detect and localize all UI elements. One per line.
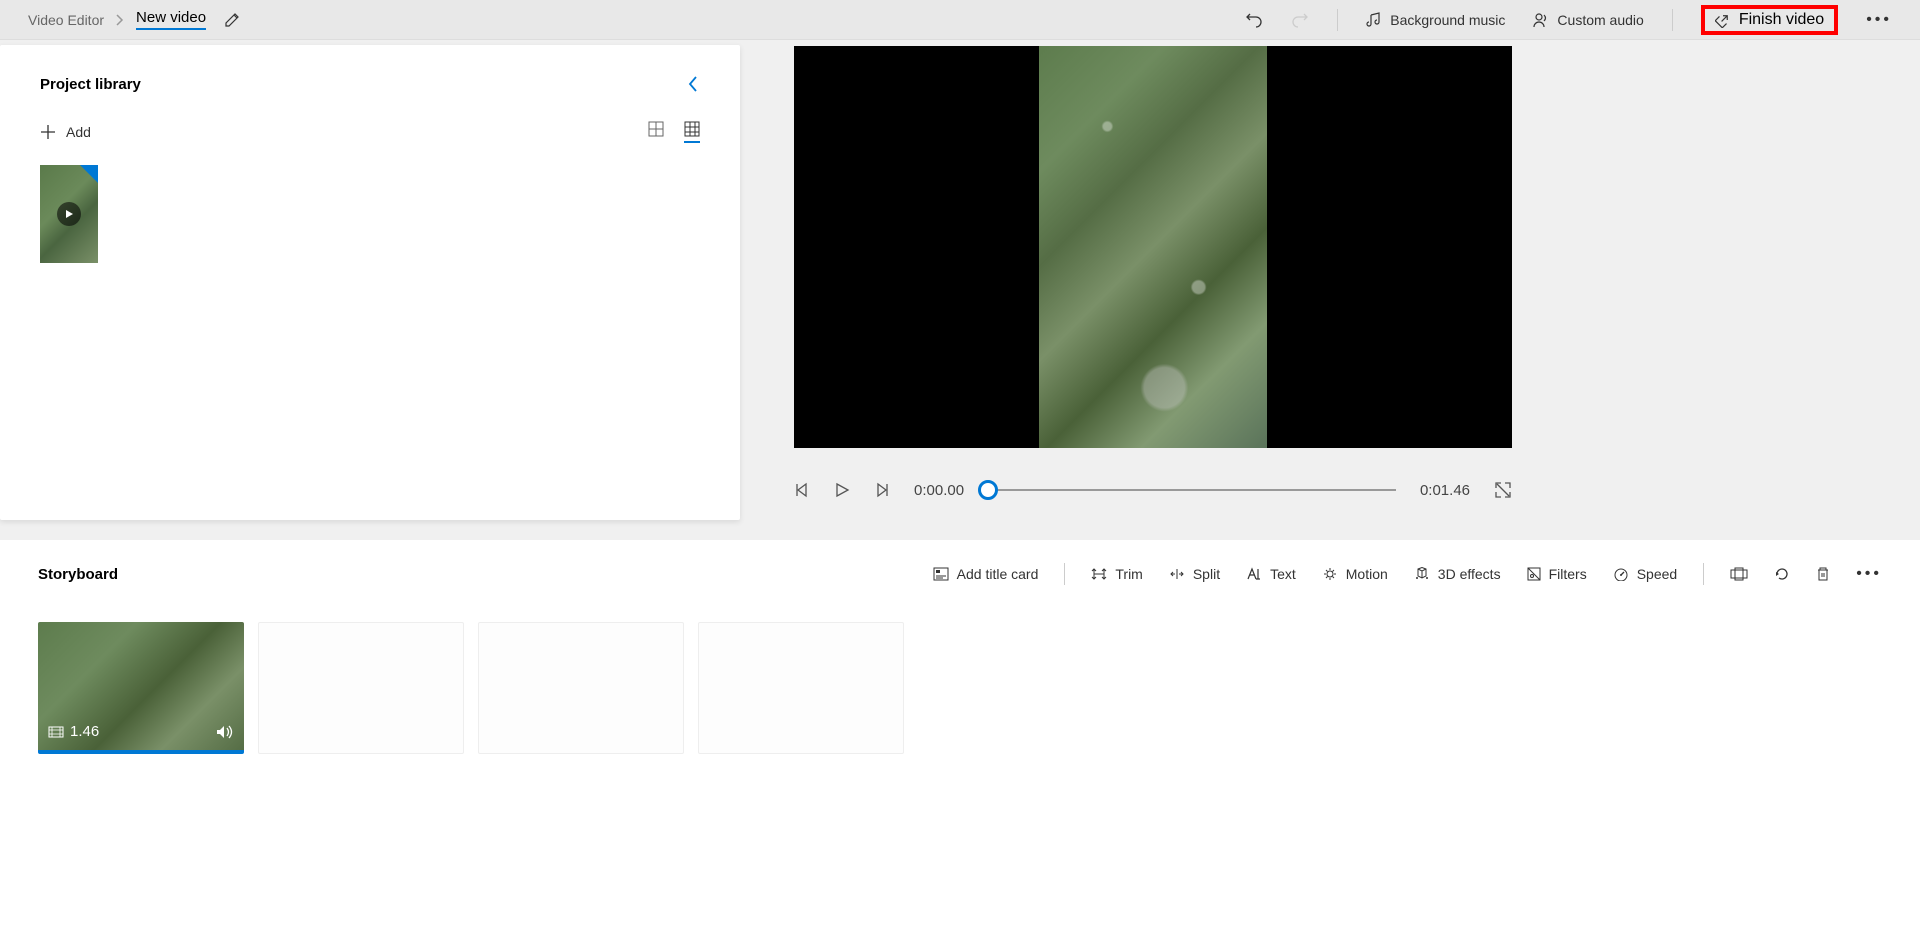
preview-controls: 0:00.00 0:01.46 bbox=[794, 470, 1512, 510]
redo-button[interactable] bbox=[1291, 11, 1309, 29]
speed-label: Speed bbox=[1637, 566, 1677, 582]
title-card-icon bbox=[933, 567, 949, 581]
background-music-label: Background music bbox=[1390, 12, 1505, 28]
breadcrumb: Video Editor New video bbox=[28, 9, 206, 30]
split-button[interactable]: Split bbox=[1169, 566, 1220, 582]
fullscreen-button[interactable] bbox=[1494, 481, 1512, 499]
background-music-button[interactable]: Background music bbox=[1366, 12, 1505, 28]
next-frame-button[interactable] bbox=[874, 482, 890, 498]
grid-large-button[interactable] bbox=[648, 121, 664, 143]
storyboard-panel: Storyboard Add title card Trim Split Tex… bbox=[0, 540, 1920, 948]
storyboard-slot-empty[interactable] bbox=[478, 622, 684, 754]
custom-audio-label: Custom audio bbox=[1557, 12, 1643, 28]
filters-label: Filters bbox=[1549, 566, 1587, 582]
export-icon bbox=[1715, 12, 1731, 28]
undo-button[interactable] bbox=[1245, 11, 1263, 29]
add-label: Add bbox=[66, 124, 91, 140]
storyboard-header: Storyboard Add title card Trim Split Tex… bbox=[38, 558, 1882, 590]
motion-button[interactable]: Motion bbox=[1322, 566, 1388, 582]
rotate-button[interactable] bbox=[1774, 566, 1790, 582]
filters-button[interactable]: Filters bbox=[1527, 566, 1587, 582]
separator bbox=[1703, 563, 1704, 585]
speed-icon bbox=[1613, 567, 1629, 581]
split-label: Split bbox=[1193, 566, 1220, 582]
trim-icon bbox=[1091, 567, 1107, 581]
clip-duration-label: 1.46 bbox=[70, 723, 99, 740]
text-icon bbox=[1246, 567, 1262, 581]
storyboard-tools: Add title card Trim Split Text Motion bbox=[933, 563, 1882, 585]
rename-icon[interactable] bbox=[224, 12, 240, 28]
library-toolbar: Add bbox=[40, 121, 700, 143]
chevron-right-icon bbox=[116, 14, 124, 26]
current-time: 0:00.00 bbox=[914, 482, 964, 499]
music-note-icon bbox=[1366, 12, 1382, 28]
motion-icon bbox=[1322, 567, 1338, 581]
text-button[interactable]: Text bbox=[1246, 566, 1296, 582]
speed-button[interactable]: Speed bbox=[1613, 566, 1677, 582]
finish-video-button[interactable]: Finish video bbox=[1701, 5, 1838, 35]
top-bar-right: Background music Custom audio Finish vid… bbox=[1245, 5, 1892, 35]
storyboard-slot-empty[interactable] bbox=[698, 622, 904, 754]
finish-video-label: Finish video bbox=[1739, 11, 1824, 29]
seek-bar[interactable] bbox=[988, 489, 1396, 491]
3d-effects-button[interactable]: 3D effects bbox=[1414, 566, 1501, 582]
play-button[interactable] bbox=[834, 482, 850, 498]
used-in-storyboard-icon bbox=[80, 165, 98, 183]
trim-label: Trim bbox=[1115, 566, 1142, 582]
breadcrumb-root[interactable]: Video Editor bbox=[28, 12, 104, 28]
breadcrumb-current[interactable]: New video bbox=[136, 9, 206, 30]
seek-thumb[interactable] bbox=[978, 480, 998, 500]
add-title-card-label: Add title card bbox=[957, 566, 1039, 582]
clip-audio-icon[interactable] bbox=[216, 724, 234, 740]
filters-icon bbox=[1527, 567, 1541, 581]
custom-audio-button[interactable]: Custom audio bbox=[1533, 12, 1643, 28]
storyboard-more-button[interactable]: ••• bbox=[1856, 565, 1882, 583]
grid-small-button[interactable] bbox=[684, 121, 700, 143]
storyboard-slot-empty[interactable] bbox=[258, 622, 464, 754]
preview-viewport bbox=[794, 46, 1512, 448]
storyboard-title: Storyboard bbox=[38, 566, 118, 583]
project-library-panel: Project library Add bbox=[0, 45, 740, 520]
split-icon bbox=[1169, 567, 1185, 581]
plus-icon bbox=[40, 124, 56, 140]
prev-frame-button[interactable] bbox=[794, 482, 810, 498]
add-media-button[interactable]: Add bbox=[40, 124, 91, 140]
separator bbox=[1672, 9, 1673, 31]
3d-effects-icon bbox=[1414, 567, 1430, 581]
clip-duration: 1.46 bbox=[48, 723, 99, 740]
total-time: 0:01.46 bbox=[1420, 482, 1470, 499]
filmstrip-icon bbox=[48, 726, 64, 738]
motion-label: Motion bbox=[1346, 566, 1388, 582]
audio-person-icon bbox=[1533, 12, 1549, 28]
view-toggle bbox=[648, 121, 700, 143]
3d-effects-label: 3D effects bbox=[1438, 566, 1501, 582]
play-overlay-icon bbox=[57, 202, 81, 226]
storyboard-clip[interactable]: 1.46 bbox=[38, 622, 244, 754]
preview-frame bbox=[1039, 46, 1267, 448]
separator bbox=[1337, 9, 1338, 31]
more-button[interactable]: ••• bbox=[1866, 11, 1892, 29]
resize-button[interactable] bbox=[1730, 567, 1748, 581]
collapse-library-button[interactable] bbox=[686, 75, 700, 93]
library-header: Project library bbox=[40, 75, 700, 93]
separator bbox=[1064, 563, 1065, 585]
delete-button[interactable] bbox=[1816, 566, 1830, 582]
storyboard-track: 1.46 bbox=[38, 622, 1882, 754]
library-items bbox=[40, 165, 700, 263]
library-clip-thumbnail[interactable] bbox=[40, 165, 98, 263]
top-bar: Video Editor New video Background music … bbox=[0, 0, 1920, 40]
text-label: Text bbox=[1270, 566, 1296, 582]
trim-button[interactable]: Trim bbox=[1091, 566, 1142, 582]
add-title-card-button[interactable]: Add title card bbox=[933, 566, 1039, 582]
library-title: Project library bbox=[40, 76, 141, 93]
